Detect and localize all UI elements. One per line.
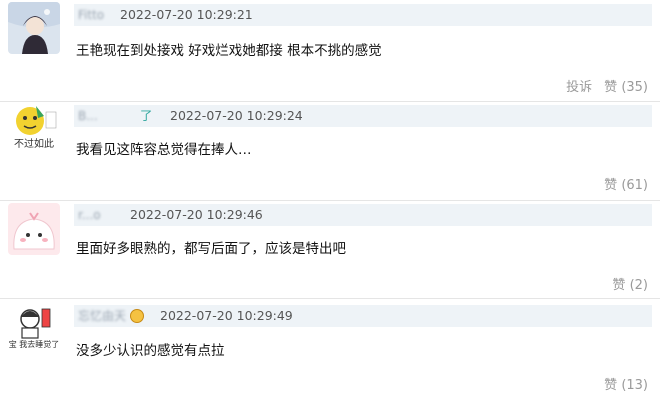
like-button[interactable]: 赞 (35) [604,80,648,95]
avatar-image [8,203,60,255]
avatar-image [8,2,60,54]
avatar[interactable] [8,2,60,54]
comment-text: 我看见这阵容总觉得在捧人… [76,142,252,158]
comment-item: 不过如此 B... 了 2022-07-20 10:29:24 我看见这阵容总觉… [0,102,660,202]
avatar-caption: 不过如此 [14,139,54,150]
username[interactable]: 忘忆由天 [78,306,126,326]
comment-header: r...o 2022-07-20 10:29:46 [74,204,652,226]
comment-actions: 赞 (2) [612,276,648,296]
like-label: 赞 [604,378,618,393]
medal-icon [130,309,144,323]
like-label: 赞 [612,278,626,293]
comment-actions: 赞 (13) [604,376,648,396]
like-button[interactable]: 赞 (13) [604,378,648,393]
report-button[interactable]: 投诉 [566,80,592,95]
like-label: 赞 [604,80,618,95]
username-text: B... [78,109,98,123]
comment-text: 里面好多眼熟的，都写后面了，应该是特出吧 [76,241,346,257]
username[interactable]: Fitto [78,5,104,25]
username[interactable]: B... [78,106,98,126]
comment-actions: 赞 (61) [604,176,648,196]
comment-header: Fitto 2022-07-20 10:29:21 [74,4,652,26]
comment-item: Fitto 2022-07-20 10:29:21 王艳现在到处接戏 好戏烂戏她… [0,0,660,102]
username-suffix: 了 [140,108,153,123]
username[interactable]: r...o [78,205,101,225]
like-count: (61) [621,178,648,193]
comment-item: 宝 我去睡觉了 忘忆由天 2022-07-20 10:29:49 没多少认识的感… [0,299,660,399]
avatar[interactable]: 宝 我去睡觉了 [8,301,60,353]
timestamp: 2022-07-20 10:29:21 [120,7,253,22]
comment-header: B... 了 2022-07-20 10:29:24 [74,105,652,127]
like-count: (35) [621,80,648,95]
timestamp: 2022-07-20 10:29:24 [170,108,303,123]
comment-text: 王艳现在到处接戏 好戏烂戏她都接 根本不挑的感觉 [76,43,382,59]
comment-actions: 投诉赞 (35) [566,78,648,98]
like-count: (13) [621,378,648,393]
like-button[interactable]: 赞 (61) [604,178,648,193]
like-label: 赞 [604,178,618,193]
like-button[interactable]: 赞 (2) [612,278,648,293]
timestamp: 2022-07-20 10:29:46 [130,207,263,222]
like-count: (2) [629,278,648,293]
comment-item: r...o 2022-07-20 10:29:46 里面好多眼熟的，都写后面了，… [0,201,660,299]
comment-header: 忘忆由天 2022-07-20 10:29:49 [74,305,652,327]
comment-text: 没多少认识的感觉有点拉 [76,343,225,359]
avatar[interactable]: 不过如此 [8,102,60,154]
avatar-caption: 宝 我去睡觉了 [8,340,60,349]
timestamp: 2022-07-20 10:29:49 [160,308,293,323]
avatar[interactable] [8,203,60,255]
